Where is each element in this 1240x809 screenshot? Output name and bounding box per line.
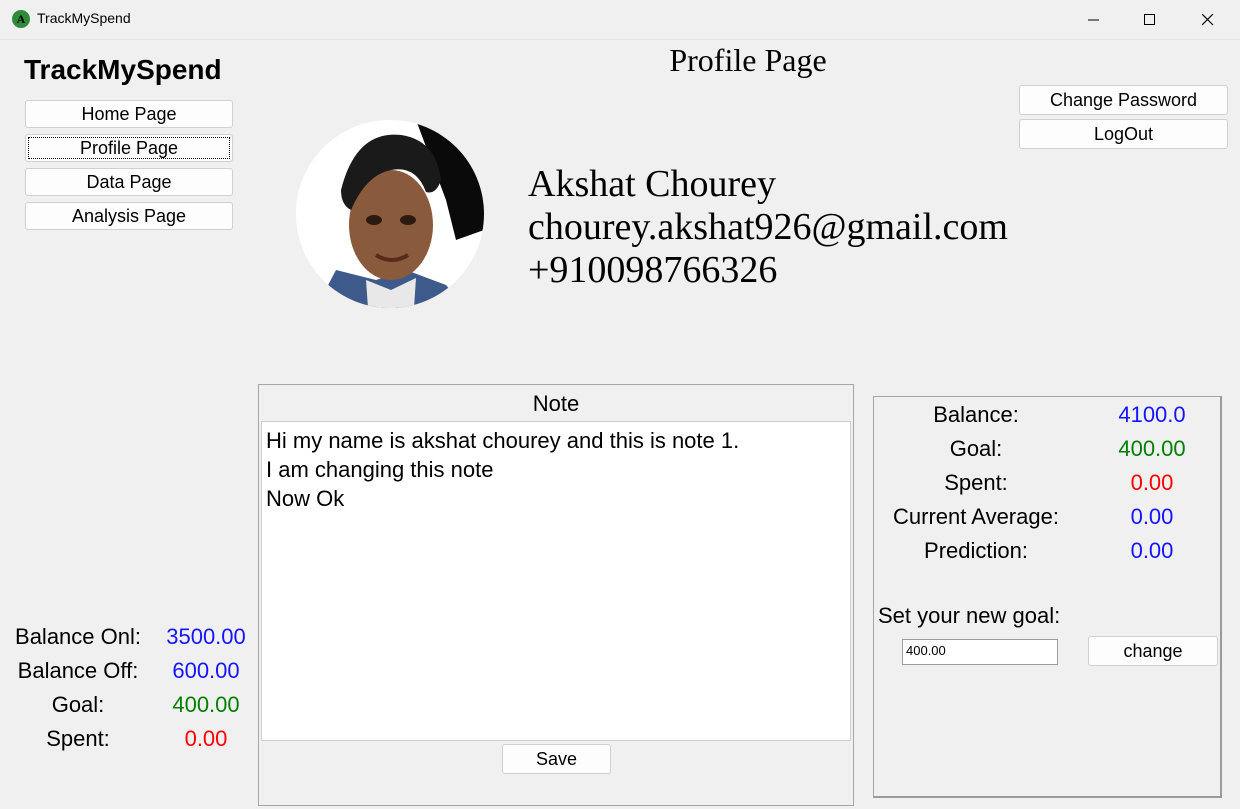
window-titlebar: A TrackMySpend bbox=[0, 0, 1240, 40]
stat-label-spent: Spent: bbox=[944, 470, 1008, 495]
sidebar-item-home[interactable]: Home Page bbox=[25, 100, 233, 128]
logout-button[interactable]: LogOut bbox=[1019, 119, 1228, 149]
app-logo-icon: A bbox=[12, 10, 30, 28]
summary-label-balance-online: Balance Onl: bbox=[15, 624, 141, 649]
goal-prompt: Set your new goal: bbox=[878, 603, 1061, 628]
stat-value-prediction: 0.00 bbox=[1130, 538, 1174, 563]
maximize-icon bbox=[1144, 13, 1155, 25]
note-title: Note bbox=[532, 391, 580, 416]
minimize-button[interactable] bbox=[1066, 0, 1122, 39]
change-goal-button[interactable]: change bbox=[1088, 636, 1218, 666]
stat-value-goal: 400.00 bbox=[1118, 436, 1186, 461]
summary-value-spent: 0.00 bbox=[184, 726, 228, 751]
stat-value-average: 0.00 bbox=[1130, 504, 1174, 529]
change-password-button[interactable]: Change Password bbox=[1019, 85, 1228, 115]
profile-email: chourey.akshat926@gmail.com bbox=[528, 206, 1008, 248]
stat-label-balance: Balance: bbox=[933, 402, 1019, 427]
profile-photo bbox=[296, 120, 484, 308]
save-button[interactable]: Save bbox=[502, 744, 611, 774]
window-title: TrackMySpend bbox=[37, 10, 131, 26]
stat-label-average: Current Average: bbox=[893, 504, 1059, 529]
summary-label-spent: Spent: bbox=[46, 726, 110, 751]
profile-name: Akshat Chourey bbox=[528, 163, 777, 205]
maximize-button[interactable] bbox=[1122, 0, 1178, 39]
summary-label-balance-offline: Balance Off: bbox=[17, 658, 139, 683]
note-panel: Note Hi my name is akshat chourey and th… bbox=[258, 384, 854, 806]
close-icon bbox=[1202, 13, 1214, 25]
close-button[interactable] bbox=[1180, 0, 1236, 39]
stats-panel: Balance: 4100.0 Goal: 400.00 Spent: 0.00… bbox=[873, 396, 1222, 798]
page-title: Profile Page bbox=[669, 42, 827, 78]
stat-label-prediction: Prediction: bbox=[924, 538, 1028, 563]
stat-label-goal: Goal: bbox=[949, 436, 1003, 461]
stat-value-spent: 0.00 bbox=[1130, 470, 1174, 495]
note-textarea[interactable]: Hi my name is akshat chourey and this is… bbox=[261, 421, 851, 741]
profile-phone: +910098766326 bbox=[528, 249, 778, 291]
summary-value-goal: 400.00 bbox=[172, 692, 240, 717]
sidebar-item-data[interactable]: Data Page bbox=[25, 168, 233, 196]
avatar bbox=[296, 120, 484, 308]
summary-value-balance-online: 3500.00 bbox=[166, 624, 246, 649]
stat-value-balance: 4100.0 bbox=[1118, 402, 1186, 427]
sidebar-item-profile[interactable]: Profile Page bbox=[25, 134, 233, 162]
goal-input[interactable]: 400.00 bbox=[902, 639, 1058, 665]
summary-label-goal: Goal: bbox=[51, 692, 105, 717]
summary-value-balance-offline: 600.00 bbox=[172, 658, 240, 683]
minimize-icon bbox=[1088, 19, 1099, 20]
sidebar-item-analysis[interactable]: Analysis Page bbox=[25, 202, 233, 230]
